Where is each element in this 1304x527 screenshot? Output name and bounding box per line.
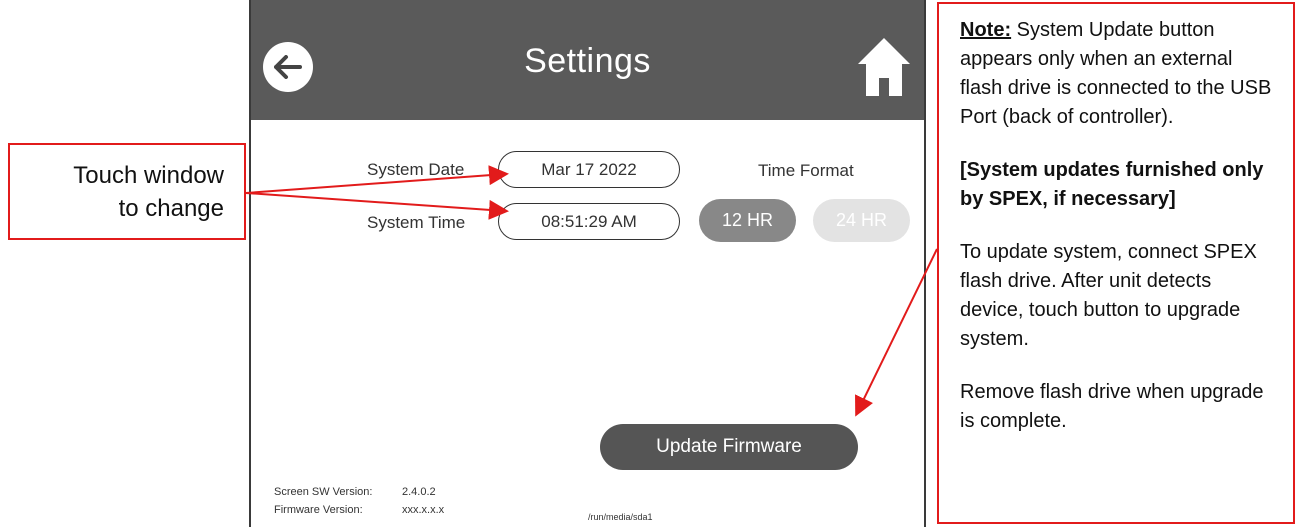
touch-window-callout: Touch window to change	[8, 143, 246, 240]
note-paragraph-2: [System updates furnished only by SPEX, …	[960, 159, 1264, 210]
header-bar: Settings	[251, 0, 924, 120]
note-paragraph-1: Note: System Update button appears only …	[960, 16, 1279, 132]
note-paragraph-4: Remove flash drive when upgrade is compl…	[960, 381, 1264, 432]
media-path: /run/media/sda1	[588, 512, 653, 522]
note-callout: Note: System Update button appears only …	[937, 2, 1295, 524]
note-paragraph-3: To update system, connect SPEX flash dri…	[960, 241, 1257, 350]
system-time-label: System Time	[367, 213, 466, 232]
format-12hr-button[interactable]: 12 HR	[699, 199, 796, 242]
callout-line-1: Touch window	[73, 162, 224, 189]
format-24hr-button[interactable]: 24 HR	[813, 199, 910, 242]
note-heading: Note:	[960, 19, 1012, 41]
firmware-value: xxx.x.x.x	[402, 504, 445, 516]
system-time-field[interactable]: 08:51:29 AM	[498, 203, 680, 240]
screen-sw-value: 2.4.0.2	[402, 486, 436, 498]
callout-line-2: to change	[118, 195, 224, 222]
settings-screen: Settings System Date Mar 17 2022 System …	[249, 0, 926, 527]
home-icon[interactable]	[856, 36, 912, 98]
page-title: Settings	[524, 42, 651, 80]
system-date-field[interactable]: Mar 17 2022	[498, 151, 680, 188]
system-date-label: System Date	[367, 160, 465, 179]
update-firmware-button[interactable]: Update Firmware	[600, 424, 858, 470]
screen-sw-label: Screen SW Version:	[274, 486, 373, 498]
firmware-label: Firmware Version:	[274, 504, 363, 516]
time-format-label: Time Format	[758, 161, 854, 180]
